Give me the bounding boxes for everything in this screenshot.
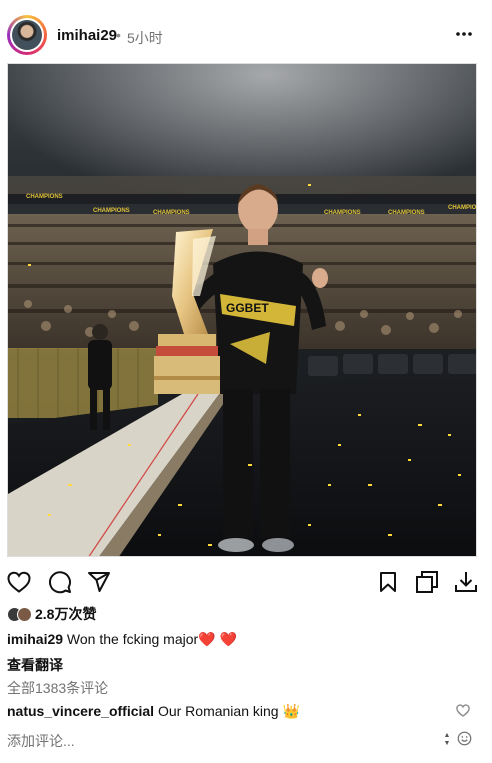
comment-text: Our Romanian king: [157, 703, 279, 719]
view-all-comments-link[interactable]: 全部1383条评论: [7, 678, 108, 698]
banner-text-6: CHAMPIONS: [448, 205, 477, 211]
paper-plane-icon: [88, 572, 110, 592]
heart-icon: [7, 571, 31, 593]
avatar-image: [12, 20, 42, 50]
more-dots-icon: [456, 32, 472, 36]
more-options-button[interactable]: [452, 24, 476, 44]
photo-illustration: CHAMPIONS CHAMPIONS CHAMPIONS CHAMPIONS …: [8, 64, 477, 556]
heart-icon: [456, 704, 470, 717]
likes-summary[interactable]: 2.8万次赞: [7, 604, 96, 624]
copy-button[interactable]: [413, 568, 441, 596]
post-timestamp[interactable]: 5小时: [127, 28, 163, 48]
bookmark-icon: [380, 572, 396, 592]
post-header: imihai29 • 5小时: [0, 0, 492, 64]
likes-count[interactable]: 2.8万次赞: [35, 604, 96, 624]
comment-username[interactable]: natus_vincere_official: [7, 703, 154, 719]
liker-avatar: [17, 606, 32, 622]
scroll-up-icon: ▲: [443, 732, 451, 739]
input-scroll-arrows[interactable]: ▲ ▼: [440, 730, 454, 750]
caption-emoji: ❤️ ❤️: [198, 631, 237, 647]
download-button[interactable]: [452, 568, 480, 596]
comment-like-button[interactable]: [456, 704, 472, 720]
comment-emoji: 👑: [282, 703, 300, 719]
caption-username[interactable]: imihai29: [7, 631, 63, 647]
download-icon: [455, 572, 477, 592]
banner-text-2: CHAMPIONS: [93, 208, 130, 214]
comment-item: natus_vincere_official Our Romanian king…: [7, 703, 300, 720]
post-card: imihai29 • 5小时 CHAMPIONS CHAMPIONS CHAMP…: [0, 0, 492, 763]
smiley-icon: [457, 731, 472, 746]
separator-dot: •: [116, 27, 121, 43]
author-username[interactable]: imihai29: [57, 27, 117, 44]
avatar[interactable]: [7, 15, 47, 55]
emoji-picker-button[interactable]: [457, 731, 473, 747]
post-photo[interactable]: CHAMPIONS CHAMPIONS CHAMPIONS CHAMPIONS …: [7, 63, 477, 557]
see-translation-link[interactable]: 查看翻译: [7, 655, 63, 675]
share-button[interactable]: [85, 568, 113, 596]
comment-button[interactable]: [46, 568, 74, 596]
caption-text: Won the fcking major: [66, 631, 199, 647]
copy-icon: [416, 571, 438, 593]
avatar-frame: [10, 18, 44, 52]
save-button[interactable]: [374, 568, 402, 596]
scroll-down-icon: ▼: [443, 740, 451, 747]
like-button[interactable]: [5, 568, 33, 596]
jersey-sponsor-text: GGBET: [226, 301, 269, 315]
post-caption: imihai29 Won the fcking major❤️ ❤️: [7, 631, 237, 648]
comment-bubble-icon: [49, 571, 71, 594]
add-comment-input[interactable]: [0, 724, 444, 756]
banner-text-1: CHAMPIONS: [26, 194, 63, 200]
